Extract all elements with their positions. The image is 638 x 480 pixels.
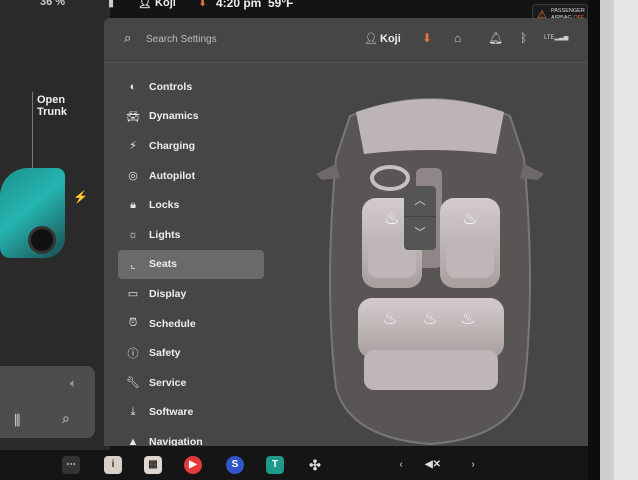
sun-icon: ☼ bbox=[127, 228, 139, 241]
menu-item-autopilot[interactable]: ◎ Autopilot bbox=[118, 161, 264, 191]
navigation-arrow-icon: ▲ bbox=[127, 435, 139, 446]
driver-seat-heater-icon: ♨ bbox=[384, 208, 400, 228]
streaming-app-icon[interactable]: S bbox=[226, 456, 244, 474]
garage-icon[interactable]: ⌂ bbox=[454, 31, 461, 45]
media-search-icon[interactable]: ⌕ bbox=[62, 410, 70, 427]
info-circle-icon: ⓘ bbox=[127, 348, 139, 361]
mute-volume-icon[interactable]: ◀✕ bbox=[420, 456, 446, 474]
profile-name[interactable]: Koji bbox=[380, 33, 401, 45]
menu-item-navigation[interactable]: ▲ Navigation bbox=[118, 427, 264, 446]
search-settings-input[interactable] bbox=[144, 29, 318, 49]
toybox-icon[interactable]: T bbox=[266, 456, 284, 474]
calendar-icon[interactable]: ▦ bbox=[144, 456, 162, 474]
menu-label: Autopilot bbox=[149, 169, 196, 182]
wrench-icon: 🔧︎ bbox=[126, 377, 140, 390]
more-apps-icon[interactable]: ⋯ bbox=[62, 456, 80, 474]
menu-item-display[interactable]: ▭ Display bbox=[118, 279, 264, 309]
menu-item-software[interactable]: ⤓ Software bbox=[118, 398, 264, 428]
lock-status-icon[interactable]: ▮ bbox=[108, 0, 114, 9]
car-windshield bbox=[356, 99, 504, 154]
menu-item-safety[interactable]: ⓘ Safety bbox=[118, 338, 264, 368]
alarm-clock-icon: ⏰︎ bbox=[128, 317, 138, 330]
fan-icon[interactable]: ✣ bbox=[306, 456, 324, 474]
clock: 4:20 pm bbox=[216, 0, 262, 10]
menu-item-lights[interactable]: ☼ Lights bbox=[118, 220, 264, 250]
driver-name: Koji bbox=[155, 0, 176, 9]
chevron-right-icon[interactable]: › bbox=[464, 456, 482, 474]
download-icon: ⤓ bbox=[130, 405, 136, 418]
seat-icon: ⌞ bbox=[130, 258, 136, 271]
menu-label: Lights bbox=[149, 228, 181, 241]
seat-down-chevron-icon[interactable]: ﹀ bbox=[404, 218, 436, 248]
car-seat-diagram: ♨ ♨ ♨ ♨ ♨ bbox=[316, 98, 544, 446]
menu-label: Software bbox=[149, 406, 194, 419]
volume-icon: 🔈︎ bbox=[69, 376, 77, 390]
seat-up-chevron-icon[interactable]: ︿ bbox=[404, 186, 436, 217]
search-icon[interactable]: ⌕ bbox=[124, 30, 131, 46]
person-icon: 👤︎ bbox=[138, 0, 156, 9]
menu-label: Schedule bbox=[149, 317, 196, 330]
steering-wheel-icon: ◎ bbox=[128, 170, 138, 183]
display-icon: ▭ bbox=[127, 288, 139, 301]
profile-person-icon[interactable]: 👤︎ bbox=[364, 32, 378, 45]
rear-center-seat-heater-icon: ♨ bbox=[422, 309, 437, 328]
bluetooth-icon[interactable]: ᛒ bbox=[520, 31, 527, 45]
owner-manual-icon[interactable]: i bbox=[104, 456, 122, 474]
bell-icon[interactable]: 🔔︎ bbox=[488, 31, 503, 45]
chevron-left-icon[interactable]: ‹ bbox=[392, 456, 410, 474]
wall-panel bbox=[614, 0, 638, 480]
equalizer-icon[interactable]: ⫼ bbox=[14, 412, 20, 429]
menu-label: Charging bbox=[149, 139, 196, 152]
menu-item-charging[interactable]: ⚡︎ Charging bbox=[118, 131, 264, 161]
menu-label: Navigation bbox=[149, 435, 203, 446]
menu-label: Service bbox=[149, 376, 187, 389]
rear-right-seat-heater-icon: ♨ bbox=[460, 309, 475, 328]
menu-item-seats[interactable]: ⌞ Seats bbox=[118, 249, 264, 280]
bolt-icon: ⚡︎ bbox=[129, 140, 137, 153]
menu-item-schedule[interactable]: ⏰︎ Schedule bbox=[118, 309, 264, 339]
settings-top-bar: ⌕ 👤︎ Koji ⬇ ⌂ 🔔︎ ᛒ LTE▂▃▅ bbox=[104, 18, 590, 63]
menu-item-service[interactable]: 🔧︎ Service bbox=[118, 368, 264, 398]
menu-label: Dynamics bbox=[149, 110, 199, 123]
outside-temperature: 59°F bbox=[268, 0, 294, 10]
media-app-icon[interactable]: ▶ bbox=[184, 456, 202, 474]
background-wall bbox=[600, 0, 638, 480]
right-mirror bbox=[520, 164, 544, 180]
update-download-icon[interactable]: ⬇ bbox=[198, 0, 207, 9]
menu-label: Seats bbox=[149, 258, 178, 271]
car-wheel bbox=[28, 226, 56, 254]
media-player: 🔈︎ ⫼ ⌕ bbox=[0, 366, 95, 438]
menu-item-controls[interactable]: ◐ Controls bbox=[118, 72, 264, 102]
battery-level: 36 % bbox=[40, 0, 66, 8]
open-trunk-button[interactable]: Open Trunk bbox=[37, 94, 77, 118]
trunk-divider bbox=[32, 92, 33, 172]
left-mirror bbox=[316, 164, 340, 180]
seat-adjust-control: ︿ ﹀ bbox=[404, 186, 436, 250]
settings-window: ⌕ 👤︎ Koji ⬇ ⌂ 🔔︎ ᛒ LTE▂▃▅ ◐ Controls 🚘︎ Dy… bbox=[104, 18, 590, 446]
menu-label: Display bbox=[149, 287, 187, 300]
menu-label: Safety bbox=[149, 347, 181, 360]
rear-left-seat-heater-icon: ♨ bbox=[382, 309, 397, 328]
toggle-icon: ◐ bbox=[129, 80, 137, 93]
menu-label: Locks bbox=[149, 199, 180, 212]
settings-menu: ◐ Controls 🚘︎ Dynamics ⚡︎ Charging ◎ Autopil… bbox=[118, 72, 264, 446]
menu-item-dynamics[interactable]: 🚘︎ Dynamics bbox=[118, 102, 264, 132]
menu-item-locks[interactable]: 🔒︎ Locks bbox=[118, 190, 264, 220]
menu-label: Controls bbox=[149, 80, 193, 93]
car-icon: 🚘︎ bbox=[126, 110, 140, 123]
lock-icon: 🔒︎ bbox=[130, 198, 136, 211]
software-download-icon[interactable]: ⬇ bbox=[422, 31, 432, 45]
airbag-label: PASSENGER bbox=[551, 8, 585, 14]
charge-bolt-icon: ⚡ bbox=[73, 190, 88, 204]
lte-signal-icon: LTE▂▃▅ bbox=[544, 35, 569, 41]
app-dock: ⋯ i ▦ ▶ S T ✣ ‹ ◀✕ › bbox=[0, 450, 638, 480]
passenger-seat-heater-icon: ♨ bbox=[462, 208, 478, 228]
driver-profile[interactable]: 👤︎ Koji bbox=[138, 0, 176, 9]
